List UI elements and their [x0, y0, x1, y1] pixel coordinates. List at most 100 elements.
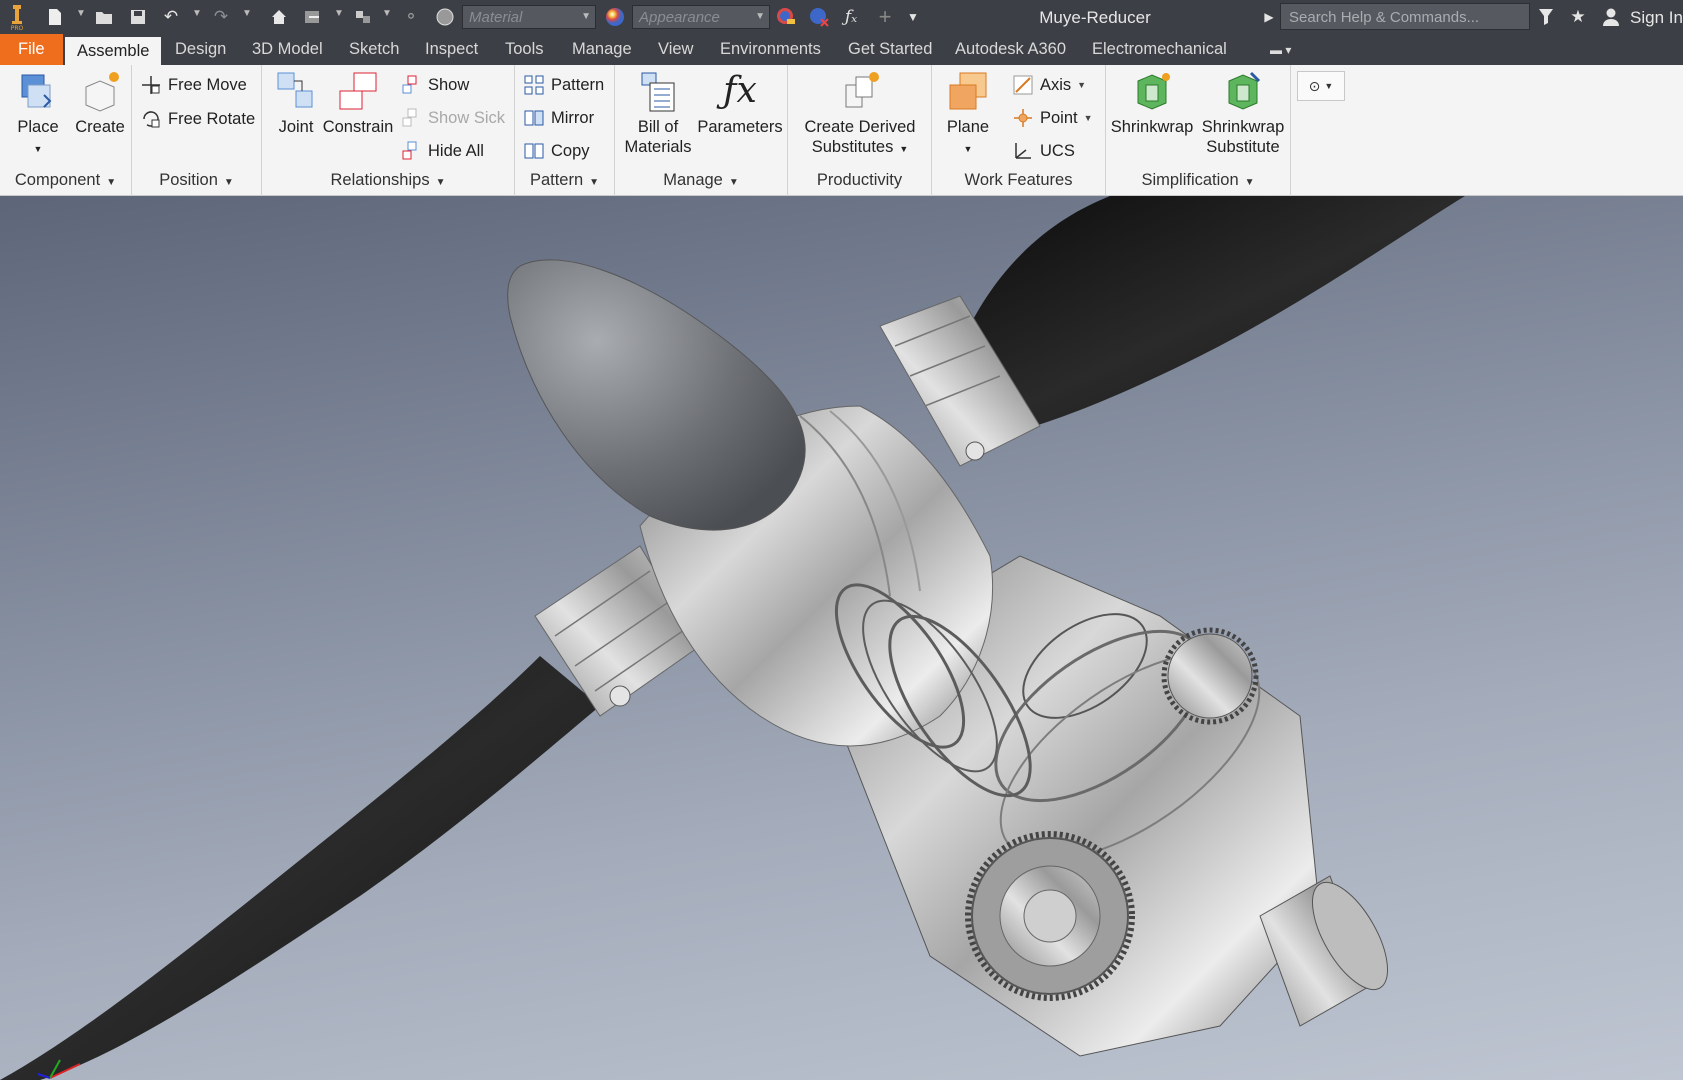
- shrinkwrap-substitute-button[interactable]: Shrinkwrap Substitute: [1200, 69, 1286, 157]
- material-placeholder: Material: [469, 9, 523, 26]
- hide-all-button[interactable]: Hide All: [400, 139, 484, 163]
- mirror-button[interactable]: Mirror: [523, 106, 594, 130]
- pattern-label: Pattern: [551, 76, 605, 94]
- update-icon[interactable]: ⚬: [400, 6, 422, 28]
- filter-icon[interactable]: [1535, 6, 1557, 28]
- sign-in-link[interactable]: Sign In: [1630, 8, 1683, 28]
- undo-dropdown-icon[interactable]: ▼: [192, 8, 202, 19]
- tab-manage[interactable]: Manage: [572, 34, 632, 65]
- tab-sketch[interactable]: Sketch: [349, 34, 399, 65]
- create-component-icon: [85, 72, 119, 112]
- panel-relationships-label[interactable]: Relationships ▼: [262, 171, 514, 190]
- parameters-button[interactable]: ƒx Parameters: [697, 69, 783, 137]
- bill-of-materials-button[interactable]: Bill of Materials: [623, 69, 693, 157]
- constrain-button[interactable]: Constrain: [318, 69, 398, 137]
- panel-simplification-label[interactable]: Simplification ▼: [1106, 171, 1290, 190]
- search-expand-icon[interactable]: ▶: [1258, 6, 1280, 28]
- position-title: Position: [159, 171, 218, 189]
- save-icon[interactable]: [127, 6, 149, 28]
- manage-title: Manage: [663, 171, 723, 189]
- redo-icon[interactable]: ↷: [210, 6, 232, 28]
- new-icon[interactable]: [44, 6, 66, 28]
- clear-appearance-icon[interactable]: [808, 6, 830, 28]
- adjust-appearance-icon[interactable]: [775, 6, 797, 28]
- tab-environments[interactable]: Environments: [720, 34, 821, 65]
- graphics-viewport[interactable]: [0, 196, 1683, 1080]
- appearance-combo[interactable]: Appearance ▼: [632, 5, 770, 29]
- place-label: Place: [17, 118, 59, 136]
- plane-button[interactable]: Plane ▼: [938, 69, 998, 159]
- appearance-sphere-icon[interactable]: [604, 6, 626, 28]
- free-rotate-icon: [143, 111, 160, 128]
- shrinkwrap-button[interactable]: Shrinkwrap: [1110, 69, 1194, 137]
- show-sick-button[interactable]: Show Sick: [400, 106, 505, 130]
- tab-tools[interactable]: Tools: [505, 34, 544, 65]
- return-dropdown-icon[interactable]: ▼: [334, 8, 344, 19]
- create-button[interactable]: Create: [72, 69, 128, 137]
- free-move-button[interactable]: Free Move: [140, 73, 247, 97]
- open-icon[interactable]: [94, 6, 116, 28]
- select-dropdown-icon[interactable]: ▼: [382, 8, 392, 19]
- plane-label: Plane: [946, 118, 990, 136]
- work-features-title: Work Features: [964, 171, 1073, 189]
- free-rotate-button[interactable]: Free Rotate: [140, 107, 255, 131]
- place-button[interactable]: Place ▼: [10, 69, 66, 159]
- copy-icon: [524, 143, 544, 159]
- point-label: Point: [1040, 109, 1078, 127]
- copy-button[interactable]: Copy: [523, 139, 590, 163]
- point-button[interactable]: Point ▼: [1012, 106, 1093, 130]
- show-icon: [402, 75, 417, 94]
- constrain-icon: [339, 72, 377, 110]
- customize-dropdown-icon[interactable]: ▼: [902, 6, 924, 28]
- select-icon[interactable]: [352, 6, 374, 28]
- show-sick-icon: [402, 108, 417, 127]
- chevron-down-icon: ▼: [1244, 177, 1255, 188]
- shrinkwrap-sub-label-line1: Shrinkwrap: [1201, 118, 1285, 136]
- undo-icon[interactable]: ↶: [160, 6, 182, 28]
- material-combo[interactable]: Material ▼: [462, 5, 596, 29]
- bom-label-line2: Materials: [624, 138, 692, 156]
- tab-assemble[interactable]: Assemble: [65, 37, 162, 65]
- tab-view[interactable]: View: [658, 34, 693, 65]
- panel-visibility-icon[interactable]: ▬ ▾: [1270, 43, 1291, 57]
- shrinkwrap-sub-label-line2: Substitute: [1206, 138, 1280, 156]
- panel-productivity-label: Productivity: [788, 171, 931, 190]
- ribbon-options-button[interactable]: ⊙ ▼: [1297, 71, 1345, 101]
- panel-position-label[interactable]: Position ▼: [132, 171, 261, 190]
- tab-autodesk-a360[interactable]: Autodesk A360: [955, 34, 1066, 65]
- tab-design[interactable]: Design: [175, 34, 226, 65]
- inventor-logo-icon[interactable]: PRO: [6, 3, 28, 31]
- tab-get-started[interactable]: Get Started: [848, 34, 932, 65]
- joint-button[interactable]: Joint: [268, 69, 324, 137]
- tab-electromechanical[interactable]: Electromechanical: [1092, 34, 1227, 65]
- redo-dropdown-icon[interactable]: ▼: [242, 8, 252, 19]
- search-placeholder: Search Help & Commands...: [1289, 9, 1480, 26]
- panel-pattern-label[interactable]: Pattern ▼: [515, 171, 614, 190]
- propeller-reducer-model[interactable]: [0, 196, 1683, 1080]
- productivity-title: Productivity: [816, 171, 903, 189]
- plus-icon[interactable]: +: [874, 4, 896, 29]
- show-button[interactable]: Show: [400, 73, 469, 97]
- chevron-down-icon: ▼: [589, 177, 600, 188]
- pattern-button[interactable]: Pattern: [523, 73, 604, 97]
- create-derived-substitutes-button[interactable]: Create Derived Substitutes ▼: [792, 69, 928, 159]
- return-icon[interactable]: [302, 6, 324, 28]
- search-help-commands-input[interactable]: Search Help & Commands...: [1280, 3, 1530, 30]
- fx-icon[interactable]: ƒₓ: [840, 6, 862, 28]
- tab-inspect[interactable]: Inspect: [425, 34, 478, 65]
- tab-file[interactable]: File: [0, 34, 63, 65]
- user-icon[interactable]: [1600, 6, 1622, 28]
- axis-button[interactable]: Axis ▼: [1012, 73, 1086, 97]
- ucs-button[interactable]: UCS: [1012, 139, 1075, 163]
- panel-component-label[interactable]: Component ▼: [0, 171, 131, 190]
- create-label: Create: [75, 118, 125, 136]
- chevron-down-icon: ▼: [33, 144, 43, 154]
- home-icon[interactable]: [268, 6, 290, 28]
- star-icon[interactable]: ★: [1567, 6, 1589, 28]
- panel-manage-label[interactable]: Manage ▼: [615, 171, 787, 190]
- tab-3d-model[interactable]: 3D Model: [252, 34, 323, 65]
- material-globe-icon[interactable]: [434, 6, 456, 28]
- new-dropdown-icon[interactable]: ▼: [76, 8, 86, 19]
- inventor-window: PRO ▼ ↶ ▼ ↷ ▼ ▼ ▼ ⚬ Material ▼ Appearanc…: [0, 0, 1683, 1080]
- relationships-title: Relationships: [330, 171, 430, 189]
